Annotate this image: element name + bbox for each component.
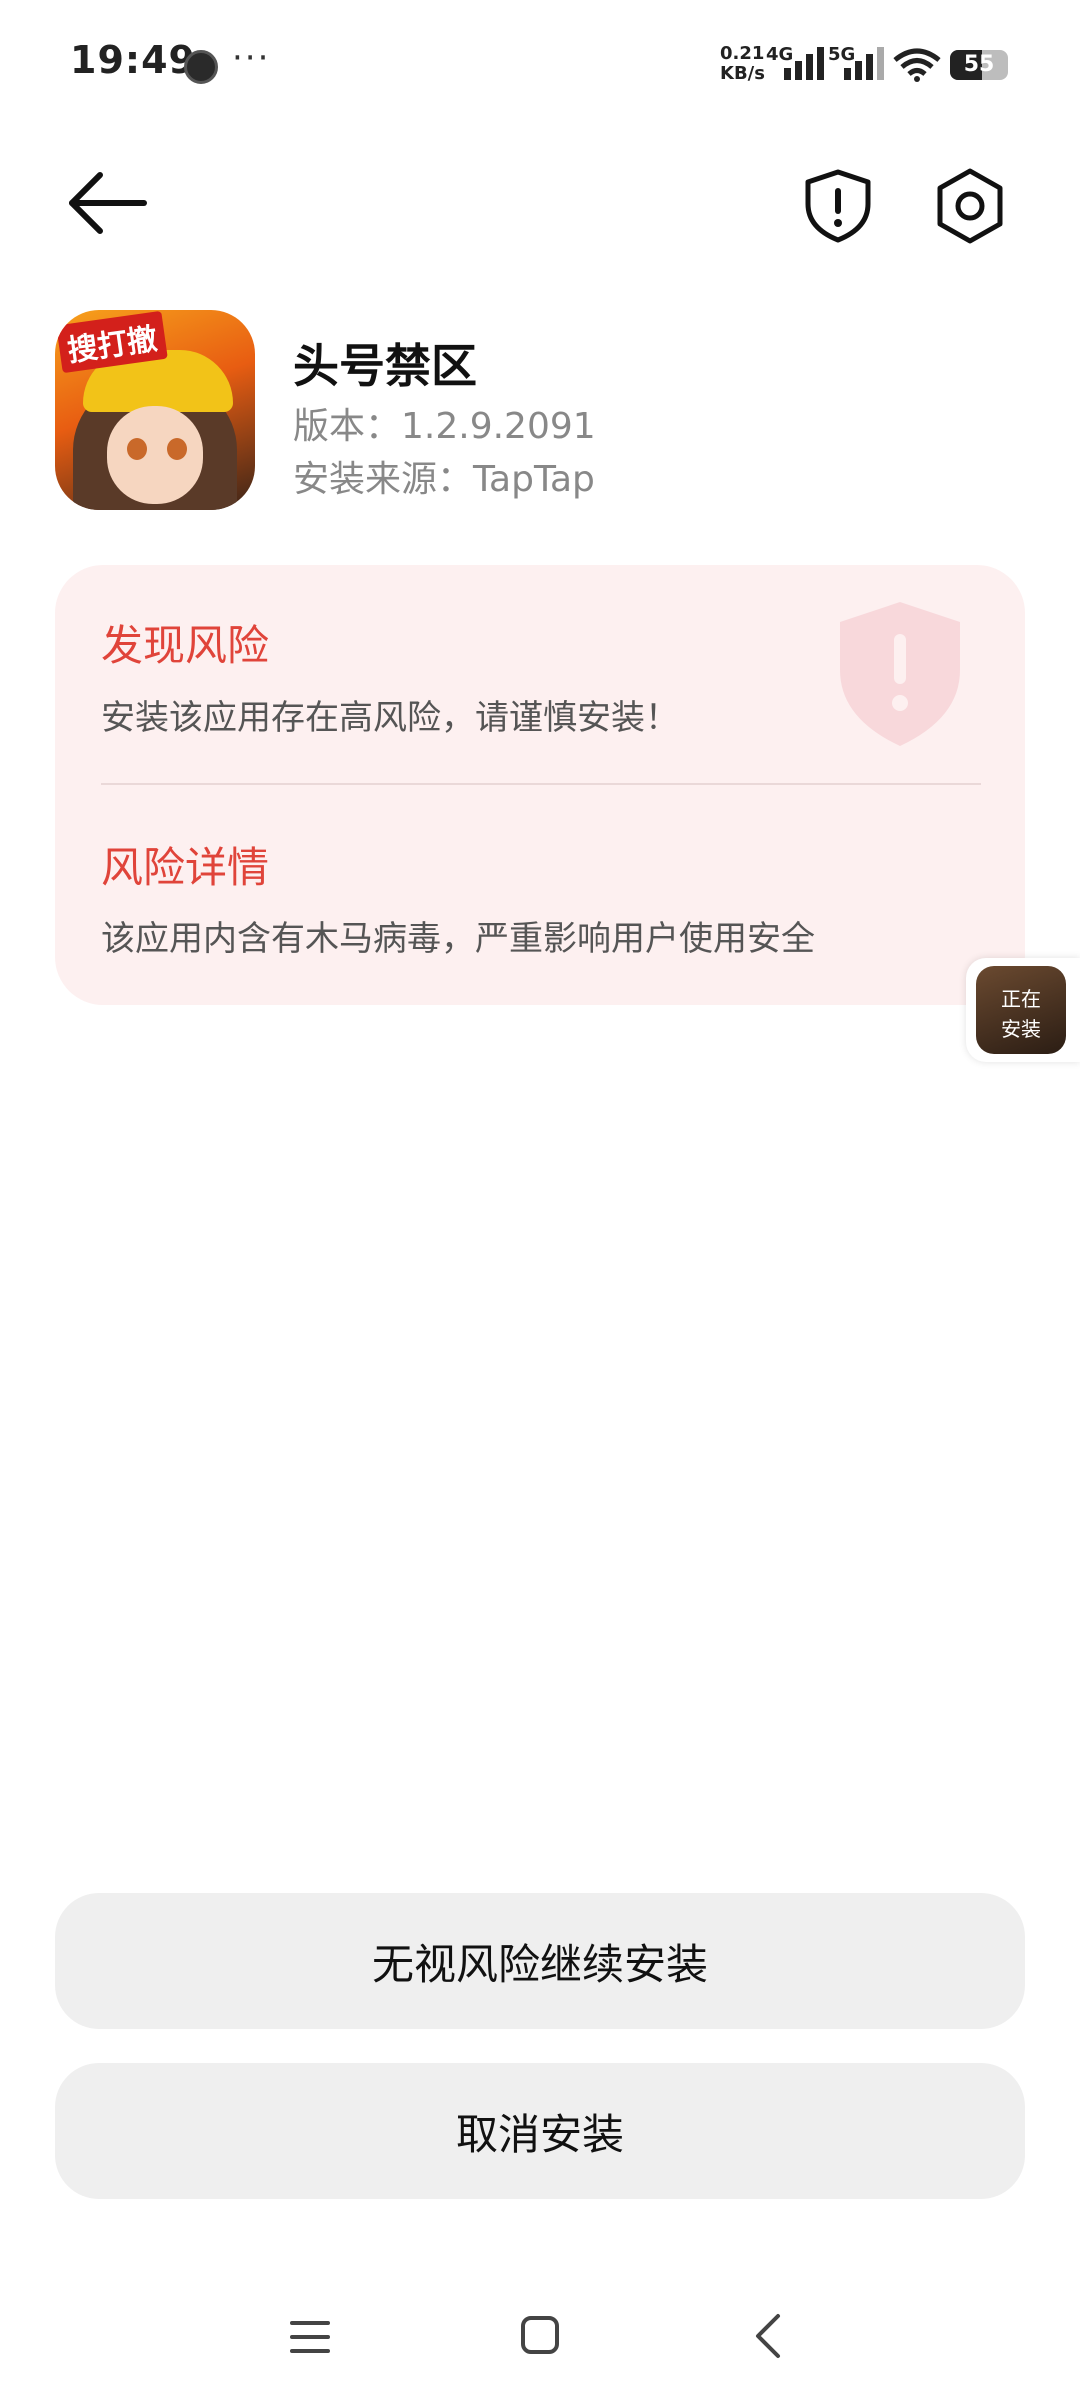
status-time: 19:49 [70,38,196,82]
risk-detail-title: 风险详情 [101,843,270,892]
arrow-left-icon [69,172,147,234]
installing-status-line2: 安装 [1001,1017,1041,1041]
installing-status-line1: 正在 [1001,987,1041,1011]
wifi-icon [893,48,941,82]
gear-icon [937,168,1003,244]
menu-icon [290,2321,330,2353]
app-icon-eye-right [167,438,187,460]
risk-divider [101,783,981,785]
settings-button[interactable] [930,166,1010,246]
network-speed-value: 0.21 [720,43,765,64]
signal-5g-icon [844,47,884,80]
network-speed-unit: KB/s [720,63,765,84]
nav-recents-button[interactable] [288,2317,332,2357]
battery-level: 55 [963,52,995,77]
nav-home-button[interactable] [520,2315,560,2355]
battery-indicator: 55 [950,50,1008,80]
app-icon: 搜打撤 [55,310,255,510]
app-version: 版本：1.2.9.2091 [293,406,596,447]
more-notifications-icon: ··· [232,38,271,78]
app-icon-eye-left [127,438,147,460]
installing-float-widget[interactable]: 正在 安装 [966,958,1080,1062]
chevron-left-icon [756,2314,780,2358]
app-icon-face [107,406,203,504]
signal-icon [784,47,824,80]
risk-title: 发现风险 [101,621,270,670]
security-button[interactable] [800,168,876,244]
risk-description: 安装该应用存在高风险，请谨慎安装！ [101,698,679,738]
shield-alert-icon [805,169,871,243]
app-name: 头号禁区 [293,339,477,393]
risk-detail-description: 该应用内含有木马病毒，严重影响用户使用安全 [101,919,815,959]
installing-app-thumbnail: 正在 安装 [976,966,1066,1054]
notification-app-icon [184,50,218,84]
continue-install-button[interactable]: 无视风险继续安装 [55,1893,1025,2029]
risk-shield-icon [840,602,960,746]
cancel-install-button[interactable]: 取消安装 [55,2063,1025,2199]
back-button[interactable] [66,168,150,238]
nav-back-button[interactable] [752,2312,782,2360]
network-speed: 0.21 KB/s [720,44,765,84]
installing-status: 正在 安装 [976,984,1066,1044]
home-icon [521,2316,559,2354]
install-source: 安装来源：TapTap [293,459,595,500]
